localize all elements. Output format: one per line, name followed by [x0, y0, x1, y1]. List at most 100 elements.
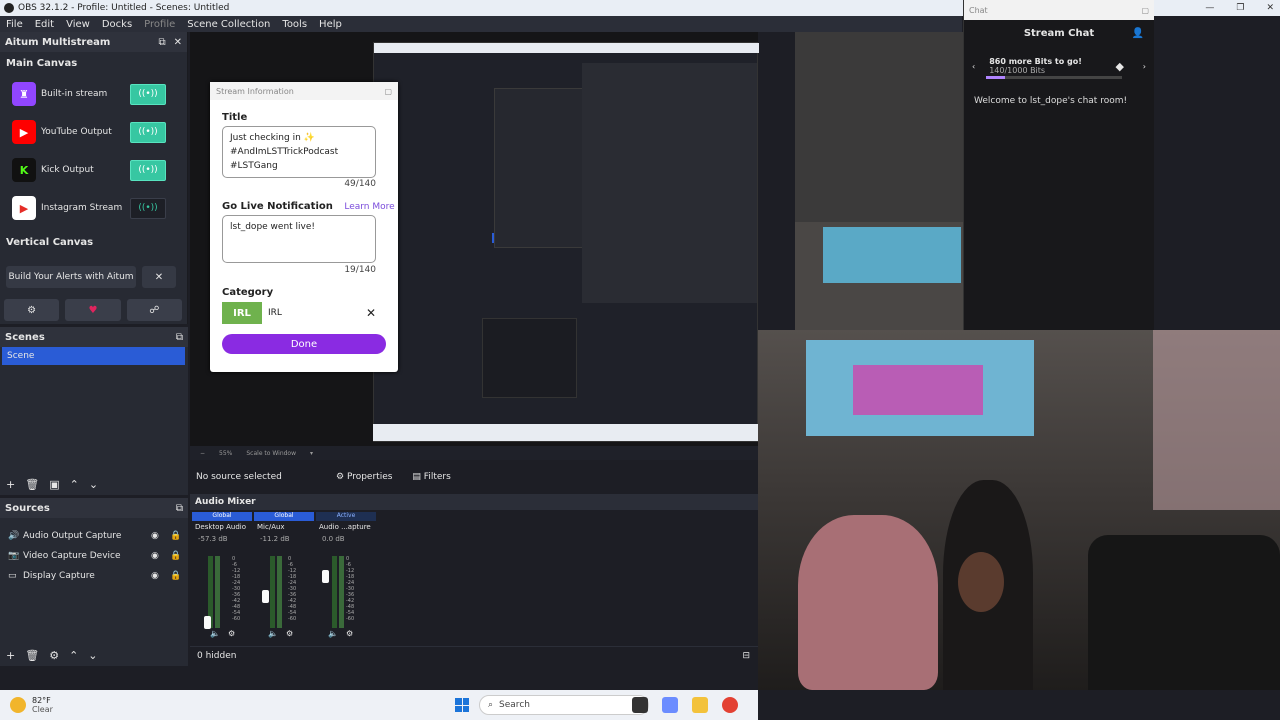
task-view-icon[interactable]	[632, 697, 648, 713]
title-label: Title	[222, 112, 248, 123]
go-live-toggle[interactable]: ((•))	[130, 83, 166, 105]
visibility-eye-icon[interactable]: ◉	[151, 571, 159, 581]
notification-textarea[interactable]: lst_dope went live!	[222, 215, 376, 263]
go-live-toggle[interactable]: ((•))	[130, 159, 166, 181]
twitch-icon: ♜	[12, 82, 36, 106]
move-down-icon[interactable]: ⌄	[88, 649, 97, 662]
undock-icon[interactable]: ⧉	[158, 37, 165, 48]
dialog-header: Stream Information ▢	[210, 82, 398, 100]
weather-widget[interactable]: 82°F Clear	[10, 696, 53, 714]
build-alerts-row: Build Your Alerts with Aitum ✕	[6, 266, 178, 288]
users-icon[interactable]: 👤	[1132, 28, 1144, 39]
chevron-right-icon[interactable]: ›	[1143, 62, 1146, 71]
channel-name[interactable]: Desktop Audio	[192, 523, 252, 531]
dock-close-icon[interactable]: ✕	[174, 37, 182, 48]
chevron-down-icon[interactable]: ▾	[310, 450, 313, 457]
sources-header: Sources ⧉	[0, 498, 188, 518]
lock-icon[interactable]: 🔒	[170, 551, 181, 561]
undock-icon[interactable]: ⧉	[176, 503, 183, 514]
trash-icon[interactable]: 🗑	[25, 478, 39, 491]
remove-category-icon[interactable]: ✕	[366, 306, 376, 320]
visibility-eye-icon[interactable]: ◉	[151, 551, 159, 561]
dialog-close-icon[interactable]: ▢	[384, 87, 392, 96]
menu-edit[interactable]: Edit	[29, 19, 60, 30]
scene-list-item[interactable]: Scene	[2, 347, 185, 365]
source-row[interactable]: 🔊 Audio Output Capture ◉ 🔒	[0, 526, 188, 546]
search-icon: ⌕	[488, 700, 494, 710]
scale-mode-select[interactable]: Scale to Window	[246, 450, 296, 457]
channel-name[interactable]: Mic/Aux	[254, 523, 314, 531]
speaker-icon[interactable]: 🔈	[268, 629, 278, 638]
title-textarea[interactable]: Just checking in ✨ #AndImLSTTrickPodcast…	[222, 126, 376, 178]
volume-fader[interactable]	[262, 590, 269, 603]
minimize-button[interactable]: —	[1205, 3, 1214, 13]
volume-fader[interactable]	[204, 616, 211, 629]
aitum-dock-title: Aitum Multistream	[5, 36, 111, 48]
go-live-toggle[interactable]: ((•))	[130, 197, 166, 219]
go-live-toggle[interactable]: ((•))	[130, 121, 166, 143]
no-source-label: No source selected	[196, 472, 282, 482]
speaker-icon[interactable]: 🔈	[328, 629, 338, 638]
learn-more-link[interactable]: Learn More	[344, 202, 394, 212]
menu-profile[interactable]: Profile	[138, 19, 181, 30]
source-name: Video Capture Device	[23, 551, 121, 561]
menu-help[interactable]: Help	[313, 19, 348, 30]
speaker-icon[interactable]: 🔈	[210, 629, 220, 638]
channel-name[interactable]: Audio ...apture	[316, 523, 376, 531]
volume-fader[interactable]	[322, 570, 329, 583]
menu-tools[interactable]: Tools	[276, 19, 313, 30]
title-line: #AndImLSTTrickPodcast	[230, 147, 339, 157]
build-alerts-button[interactable]: Build Your Alerts with Aitum	[6, 266, 136, 288]
discord-icon[interactable]: ☍	[126, 299, 182, 321]
chat-window-close-icon[interactable]: ▢	[1141, 6, 1149, 15]
monitor-icon[interactable]: ⚙	[346, 629, 353, 638]
zoom-out-icon[interactable]: −	[200, 450, 205, 457]
properties-button[interactable]: ⚙ Properties	[336, 472, 392, 482]
copilot-icon[interactable]	[662, 697, 678, 713]
windows-start-icon[interactable]	[455, 698, 469, 712]
chat-window-bar: Chat ▢	[964, 0, 1154, 20]
done-button[interactable]: Done	[222, 334, 386, 354]
undock-icon[interactable]: ⧉	[176, 332, 183, 343]
visibility-eye-icon[interactable]: ◉	[151, 531, 159, 541]
bits-gem-icon: ◆	[1115, 59, 1124, 73]
source-row[interactable]: ▭ Display Capture ◉ 🔒	[0, 566, 188, 586]
output-name: Kick Output	[41, 165, 94, 175]
lock-icon[interactable]: 🔒	[170, 571, 181, 581]
volume-meter	[270, 556, 275, 628]
filter-icon[interactable]: ▣	[49, 478, 59, 491]
menu-view[interactable]: View	[60, 19, 96, 30]
menu-docks[interactable]: Docks	[96, 19, 138, 30]
source-row[interactable]: 📷 Video Capture Device ◉ 🔒	[0, 546, 188, 566]
vertical-canvas-heading: Vertical Canvas	[6, 237, 94, 248]
monitor-icon[interactable]: ⚙	[228, 629, 235, 638]
heart-icon[interactable]: ♥	[65, 299, 121, 321]
settings-gear-icon[interactable]: ⚙	[4, 299, 60, 321]
build-alerts-close-button[interactable]: ✕	[142, 266, 176, 288]
move-up-icon[interactable]: ⌃	[69, 649, 78, 662]
maximize-button[interactable]: ❐	[1236, 3, 1244, 13]
output-row-twitch: ♜ Built-in stream ((•))	[0, 75, 187, 113]
title-line: Just checking in ✨	[230, 133, 315, 143]
add-icon[interactable]: +	[6, 649, 15, 662]
chrome-icon[interactable]	[722, 697, 738, 713]
preview-zoom-bar: − 55% Scale to Window ▾	[190, 446, 758, 460]
move-up-icon[interactable]: ⌃	[70, 478, 79, 491]
camera-icon: 📷	[8, 551, 20, 561]
taskbar-search[interactable]: ⌕ Search	[479, 695, 649, 715]
monitor-icon[interactable]: ⚙	[286, 629, 293, 638]
lock-icon[interactable]: 🔒	[170, 531, 181, 541]
close-button[interactable]: ✕	[1266, 3, 1274, 13]
mixer-header: Audio Mixer	[190, 494, 758, 510]
chevron-left-icon[interactable]: ‹	[972, 62, 975, 71]
menu-scene-collection[interactable]: Scene Collection	[181, 19, 276, 30]
trash-icon[interactable]: 🗑	[25, 649, 39, 662]
volume-meter	[277, 556, 282, 628]
filters-button[interactable]: ▤ Filters	[412, 472, 450, 482]
file-explorer-icon[interactable]	[692, 697, 708, 713]
menu-file[interactable]: File	[0, 19, 29, 30]
mixer-layout-icon[interactable]: ⊟	[742, 651, 750, 661]
move-down-icon[interactable]: ⌄	[89, 478, 98, 491]
add-icon[interactable]: +	[6, 478, 15, 491]
gear-icon[interactable]: ⚙	[49, 649, 59, 662]
